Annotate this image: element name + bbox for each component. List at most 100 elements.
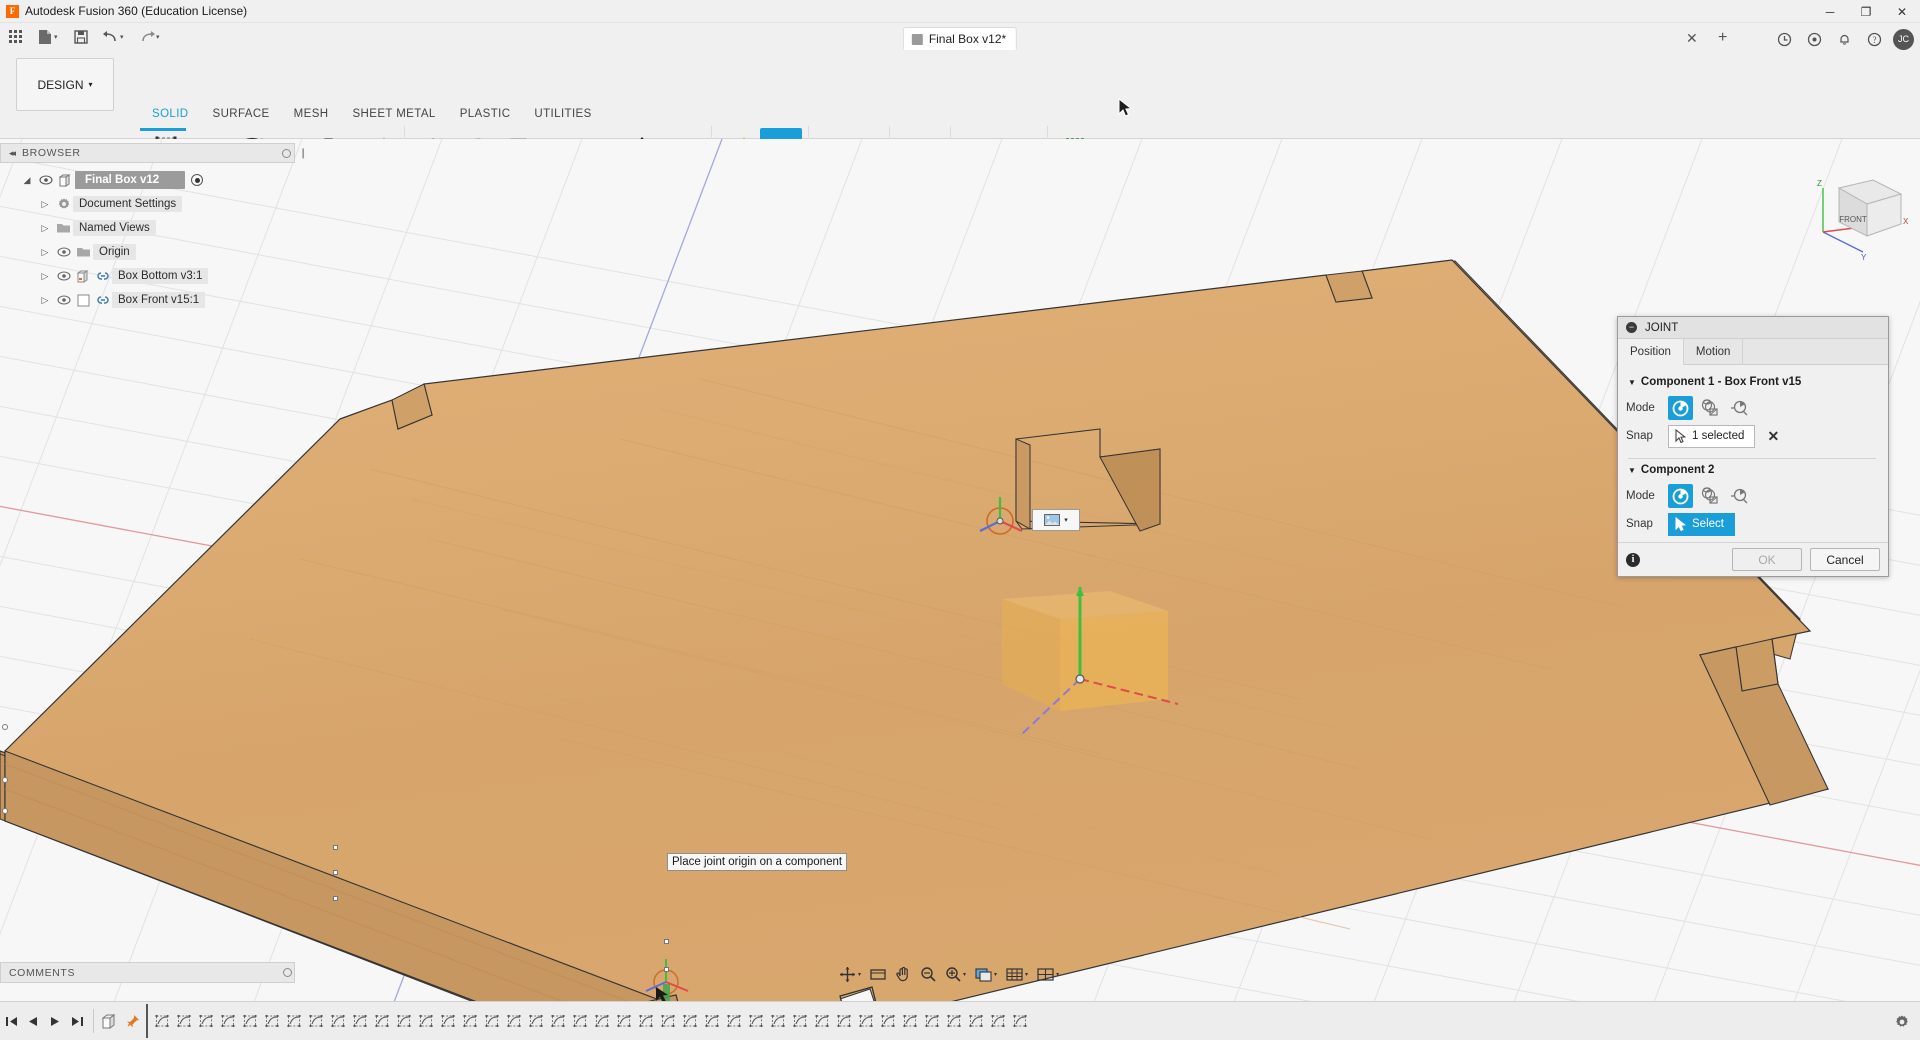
timeline-feature-item[interactable] bbox=[745, 1008, 767, 1034]
browser-item-box-front[interactable]: ▷ Box Front v15:1 bbox=[0, 288, 303, 312]
component1-clear-selection-icon[interactable]: ✕ bbox=[1767, 428, 1779, 445]
component2-section-header[interactable]: ▼ Component 2 bbox=[1628, 464, 1878, 476]
timeline-feature-item[interactable] bbox=[437, 1008, 459, 1034]
chevron-down-icon[interactable]: ▾ bbox=[994, 971, 997, 978]
expand-arrow-icon[interactable]: ▷ bbox=[36, 271, 54, 282]
mode-simple-joint-icon[interactable] bbox=[1668, 396, 1693, 420]
joint-dialog-header[interactable]: − JOINT bbox=[1618, 317, 1888, 339]
zoom-window-icon[interactable] bbox=[916, 961, 940, 987]
timeline-feature-item[interactable] bbox=[789, 1008, 811, 1034]
timeline-feature-item[interactable] bbox=[591, 1008, 613, 1034]
timeline-feature-item[interactable] bbox=[877, 1008, 899, 1034]
new-tab-icon[interactable]: + bbox=[1718, 29, 1727, 47]
expand-arrow-icon[interactable]: ◢ bbox=[18, 175, 36, 186]
document-tab-close-icon[interactable]: ✕ bbox=[1686, 30, 1698, 47]
browser-resize-grip[interactable]: ❙ bbox=[299, 148, 308, 159]
expand-arrow-icon[interactable]: ▷ bbox=[36, 199, 54, 210]
browser-item-box-bottom[interactable]: ▷ Box Bottom v3:1 bbox=[0, 264, 303, 288]
mode-between-two-faces-icon[interactable] bbox=[1697, 396, 1722, 420]
timeline-feature-item[interactable] bbox=[239, 1008, 261, 1034]
mode-pivot-joint-icon[interactable] bbox=[1726, 484, 1751, 508]
edge-handle[interactable] bbox=[2, 808, 8, 814]
new-document-caret-icon[interactable]: ▾ bbox=[54, 33, 66, 41]
timeline-step-forward-button[interactable] bbox=[66, 1002, 88, 1040]
timeline-go-to-start-button[interactable] bbox=[0, 1002, 22, 1040]
browser-header[interactable]: ◂◂ BROWSER ❙ bbox=[0, 143, 307, 163]
ribbon-tab-utilities[interactable]: UTILITIES bbox=[522, 108, 603, 124]
component1-snap-selection[interactable]: 1 selected bbox=[1668, 424, 1756, 448]
edge-handle[interactable] bbox=[333, 845, 338, 850]
timeline-feature-item[interactable] bbox=[921, 1008, 943, 1034]
chevron-down-icon[interactable]: ▾ bbox=[1025, 971, 1028, 978]
edge-handle[interactable] bbox=[333, 896, 338, 901]
ribbon-tab-surface[interactable]: SURFACE bbox=[201, 108, 282, 124]
visibility-eye-icon[interactable] bbox=[36, 175, 56, 185]
orbit-icon[interactable]: ▾ bbox=[835, 961, 865, 987]
timeline-feature-item[interactable] bbox=[481, 1008, 503, 1034]
tab-motion[interactable]: Motion bbox=[1684, 339, 1744, 364]
timeline-feature-item[interactable] bbox=[899, 1008, 921, 1034]
timeline-play-button[interactable] bbox=[44, 1002, 66, 1040]
collapse-dialog-icon[interactable]: − bbox=[1626, 322, 1637, 333]
app-grid-icon[interactable] bbox=[0, 23, 30, 50]
timeline-playhead-marker[interactable] bbox=[146, 1004, 148, 1038]
activate-component-radio[interactable] bbox=[191, 174, 204, 186]
visibility-eye-icon[interactable] bbox=[54, 295, 74, 305]
timeline-feature-item[interactable] bbox=[173, 1008, 195, 1034]
timeline-feature-item[interactable] bbox=[767, 1008, 789, 1034]
pan-hand-icon[interactable] bbox=[891, 961, 915, 987]
notifications-bell-icon[interactable] bbox=[1829, 27, 1859, 51]
timeline-feature-item[interactable] bbox=[723, 1008, 745, 1034]
timeline-feature-item[interactable] bbox=[855, 1008, 877, 1034]
maximize-button[interactable]: ❐ bbox=[1848, 0, 1884, 23]
grid-snap-settings-icon[interactable]: ▾ bbox=[1002, 961, 1032, 987]
timeline-feature-item[interactable] bbox=[833, 1008, 855, 1034]
minimize-button[interactable]: ─ bbox=[1812, 0, 1848, 23]
expand-arrow-icon[interactable]: ▷ bbox=[36, 223, 54, 234]
timeline-feature-item[interactable] bbox=[393, 1008, 415, 1034]
viewports-icon[interactable]: ▾ bbox=[1033, 961, 1063, 987]
chevron-down-icon[interactable]: ▾ bbox=[963, 971, 966, 978]
visibility-eye-icon[interactable] bbox=[54, 271, 74, 281]
save-icon[interactable] bbox=[66, 23, 96, 50]
document-tab[interactable]: Final Box v12* bbox=[902, 27, 1018, 50]
edge-handle[interactable] bbox=[2, 724, 8, 730]
timeline-feature-item[interactable] bbox=[811, 1008, 833, 1034]
chevron-down-icon[interactable]: ▾ bbox=[1056, 971, 1059, 978]
user-avatar[interactable]: JC bbox=[1893, 28, 1914, 50]
component2-snap-select-button[interactable]: Select bbox=[1668, 512, 1735, 536]
timeline-feature-item[interactable] bbox=[195, 1008, 217, 1034]
edge-handle[interactable] bbox=[333, 870, 338, 875]
collapse-left-icon[interactable]: ◂◂ bbox=[9, 148, 16, 159]
timeline-feature-item[interactable] bbox=[305, 1008, 327, 1034]
comments-panel-header[interactable]: COMMENTS bbox=[0, 962, 295, 983]
component-checkbox-icon[interactable] bbox=[74, 294, 93, 307]
timeline-feature-item[interactable] bbox=[679, 1008, 701, 1034]
timeline-feature-item[interactable] bbox=[987, 1008, 1009, 1034]
comments-options-icon[interactable] bbox=[283, 968, 292, 977]
ribbon-tab-mesh[interactable]: MESH bbox=[282, 108, 341, 124]
ribbon-tab-sheet-metal[interactable]: SHEET METAL bbox=[340, 108, 447, 124]
timeline-feature-item[interactable] bbox=[525, 1008, 547, 1034]
browser-item-final-box[interactable]: ◢ Final Box v12 bbox=[0, 168, 303, 192]
timeline-pin-icon[interactable] bbox=[121, 1008, 143, 1034]
chevron-down-icon[interactable]: ▾ bbox=[1064, 516, 1068, 524]
ribbon-tab-solid[interactable]: SOLID bbox=[140, 108, 201, 124]
visibility-eye-icon[interactable] bbox=[54, 247, 74, 257]
expand-arrow-icon[interactable]: ▷ bbox=[36, 247, 54, 258]
zoom-fit-icon[interactable]: ▾ bbox=[941, 961, 970, 987]
timeline-feature-item[interactable] bbox=[569, 1008, 591, 1034]
timeline-step-back-button[interactable] bbox=[22, 1002, 44, 1040]
mode-simple-joint-icon[interactable] bbox=[1668, 484, 1693, 508]
component1-section-header[interactable]: ▼ Component 1 - Box Front v15 bbox=[1628, 376, 1878, 388]
timeline-feature-item[interactable] bbox=[635, 1008, 657, 1034]
browser-item-named-views[interactable]: ▷ Named Views bbox=[0, 216, 303, 240]
edge-handle[interactable] bbox=[664, 967, 669, 972]
timeline-feature-item[interactable] bbox=[613, 1008, 635, 1034]
look-at-icon[interactable] bbox=[866, 961, 890, 987]
timeline-feature-item[interactable] bbox=[943, 1008, 965, 1034]
help-icon[interactable]: ? bbox=[1859, 27, 1889, 51]
timeline-feature-item[interactable] bbox=[283, 1008, 305, 1034]
timeline-component-icon[interactable] bbox=[99, 1008, 121, 1034]
tab-position[interactable]: Position bbox=[1618, 339, 1684, 365]
